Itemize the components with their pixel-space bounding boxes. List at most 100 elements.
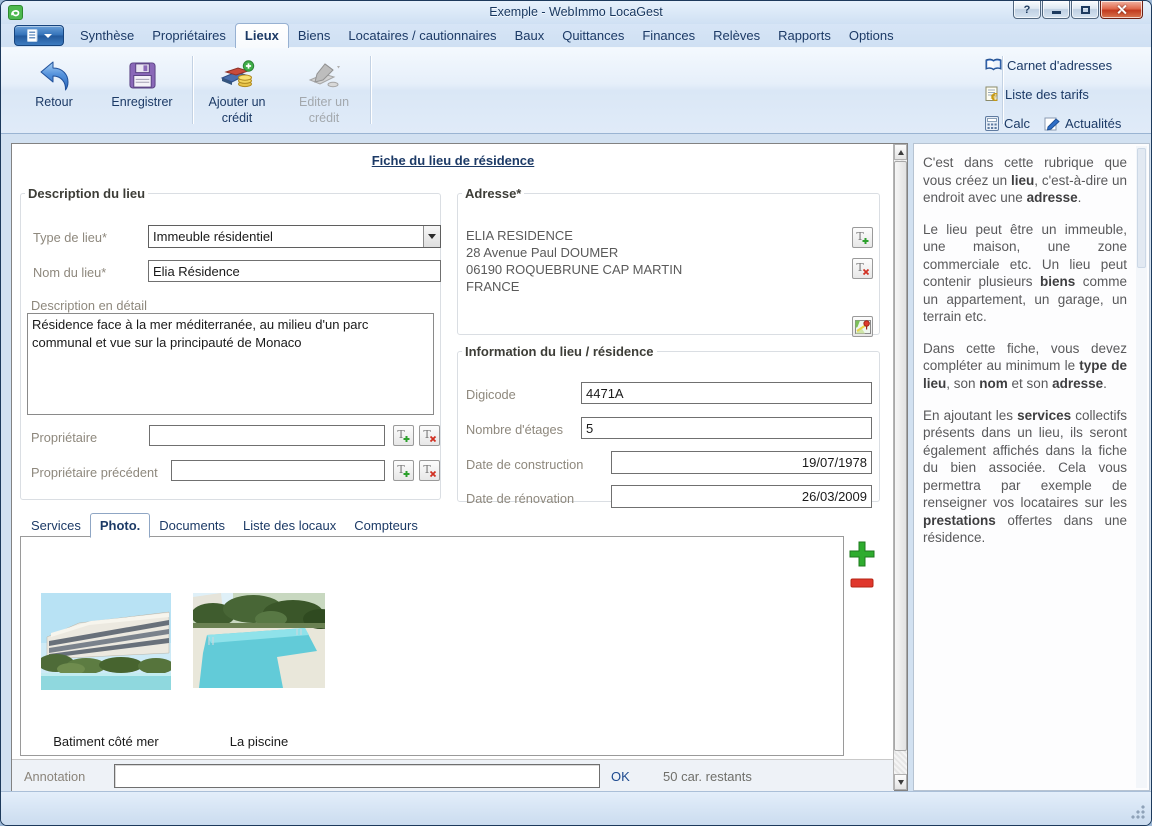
address-remove-button[interactable]: T	[852, 258, 873, 279]
ribbon-tab-options[interactable]: Options	[840, 24, 903, 47]
page-title: Fiche du lieu de résidence	[12, 153, 894, 168]
proprietaire-precedent-add-button[interactable]: T	[393, 460, 414, 481]
address-group-title: Adresse*	[462, 186, 524, 201]
ribbon-tab-quittances[interactable]: Quittances	[553, 24, 633, 47]
help-paragraph: Le lieu peut être un immeuble, une maiso…	[923, 221, 1127, 326]
address-block: ELIA RESIDENCE28 Avenue Paul DOUMER06190…	[466, 227, 682, 295]
proprietaire-add-button[interactable]: T	[393, 425, 414, 446]
photo-thumbnail-building[interactable]	[41, 593, 171, 695]
dropdown-arrow-icon[interactable]	[423, 226, 440, 247]
annotation-input[interactable]	[114, 764, 600, 788]
digicode-input[interactable]	[581, 382, 872, 404]
help-paragraph: En ajoutant les services collectifs prés…	[923, 407, 1127, 547]
ribbon-tab-locataires-cautionnaires[interactable]: Locataires / cautionnaires	[339, 24, 505, 47]
scroll-down-button[interactable]	[894, 774, 907, 790]
close-button[interactable]	[1100, 1, 1143, 19]
annotation-chars-remaining: 50 car. restants	[663, 769, 752, 784]
subtab-compteurs[interactable]: Compteurs	[345, 514, 427, 537]
date-renovation-input[interactable]	[611, 485, 872, 508]
actualites-button[interactable]: Actualités	[1044, 114, 1121, 132]
scroll-up-button[interactable]	[894, 144, 907, 160]
info-group: Information du lieu / résidence Digicode…	[457, 344, 880, 502]
address-line: 28 Avenue Paul DOUMER	[466, 244, 682, 261]
plus-icon	[848, 540, 876, 568]
nombre-etages-input[interactable]	[581, 417, 872, 439]
close-icon	[1116, 4, 1127, 15]
type-lieu-select[interactable]: Immeuble résidentiel	[148, 225, 441, 248]
resize-grip[interactable]	[1131, 805, 1145, 819]
ribbon-tab-lieux[interactable]: Lieux	[235, 23, 289, 48]
help-scrollbar[interactable]	[1136, 146, 1147, 788]
subtab-services[interactable]: Services	[22, 514, 90, 537]
help-icon: ?	[1024, 4, 1031, 16]
subtab-photo[interactable]: Photo.	[90, 513, 150, 538]
form-panel: Fiche du lieu de résidence Description d…	[11, 143, 908, 791]
type-lieu-value: Immeuble résidentiel	[149, 229, 423, 244]
editer-credit-button[interactable]: Editer un crédit	[287, 52, 361, 128]
proprietaire-precedent-label: Propriétaire précédent	[31, 465, 158, 480]
proprietaire-input[interactable]	[149, 425, 385, 446]
enregistrer-button[interactable]: Enregistrer	[101, 52, 183, 128]
ribbon-tab-propri-taires[interactable]: Propriétaires	[143, 24, 235, 47]
proprietaire-precedent-input[interactable]	[171, 460, 385, 481]
add-photo-button[interactable]	[848, 540, 876, 568]
description-group-title: Description du lieu	[25, 186, 148, 201]
remove-contact-icon: T	[422, 428, 437, 443]
sub-tabs: ServicesPhoto.DocumentsListe des locauxC…	[22, 510, 427, 537]
liste-tarifs-button[interactable]: € Liste des tarifs	[985, 85, 1135, 103]
date-construction-input[interactable]	[611, 451, 872, 474]
ribbon: Retour Enregistrer	[1, 47, 1151, 134]
ribbon-tab-rel-ves[interactable]: Relèves	[704, 24, 769, 47]
panel-scrollbar[interactable]	[893, 144, 907, 790]
ribbon-tab-synth-se[interactable]: Synthèse	[71, 24, 143, 47]
address-line: 06190 ROQUEBRUNE CAP MARTIN	[466, 261, 682, 278]
nom-lieu-label: Nom du lieu*	[33, 265, 106, 280]
help-paragraph: C'est dans cette rubrique que vous créez…	[923, 154, 1127, 207]
date-renovation-label: Date de rénovation	[466, 491, 574, 506]
scrollbar-thumb[interactable]	[894, 161, 907, 751]
edit-credit-icon	[306, 58, 342, 92]
add-contact-icon: T	[855, 230, 870, 245]
date-construction-label: Date de construction	[466, 457, 583, 472]
subtab-documents[interactable]: Documents	[150, 514, 234, 537]
help-button[interactable]: ?	[1013, 1, 1041, 19]
address-group: Adresse* ELIA RESIDENCE28 Avenue Paul DO…	[457, 186, 880, 335]
address-line: ELIA RESIDENCE	[466, 227, 682, 244]
nom-lieu-input[interactable]	[148, 260, 441, 282]
retour-button[interactable]: Retour	[19, 52, 89, 128]
maximize-button[interactable]	[1071, 1, 1099, 19]
description-detail-textarea[interactable]: Résidence face à la mer méditerranée, au…	[27, 313, 434, 415]
ribbon-right-group: Carnet d'adresses € Liste des tarifs	[985, 56, 1135, 132]
annotation-ok-button[interactable]: OK	[611, 769, 630, 784]
ribbon-tab-baux[interactable]: Baux	[506, 24, 554, 47]
ribbon-tab-rapports[interactable]: Rapports	[769, 24, 840, 47]
ribbon-tab-biens[interactable]: Biens	[289, 24, 340, 47]
nombre-etages-label: Nombre d'étages	[466, 422, 563, 437]
svg-text:T: T	[423, 428, 431, 441]
carnet-adresses-button[interactable]: Carnet d'adresses	[985, 56, 1135, 74]
minimize-icon	[1052, 11, 1061, 14]
remove-photo-button[interactable]	[850, 576, 874, 588]
arrow-down-icon	[898, 780, 904, 785]
address-map-button[interactable]	[852, 316, 873, 337]
app-menu-button[interactable]	[14, 25, 64, 46]
map-icon	[855, 319, 871, 335]
minimize-button[interactable]	[1042, 1, 1070, 19]
photo-tab-content: Batiment côté mer La piscine	[20, 536, 844, 756]
photo-thumbnail-pool[interactable]	[193, 593, 325, 693]
ajouter-credit-button[interactable]: Ajouter un crédit	[200, 52, 274, 128]
save-floppy-icon	[128, 58, 157, 92]
address-line: FRANCE	[466, 278, 682, 295]
help-scrollbar-thumb[interactable]	[1137, 148, 1146, 268]
subtab-liste-des-locaux[interactable]: Liste des locaux	[234, 514, 345, 537]
app-window: Exemple - WebImmo LocaGest ? SynthèsePro…	[0, 0, 1152, 826]
help-text: C'est dans cette rubrique que vous créez…	[923, 154, 1127, 561]
proprietaire-remove-button[interactable]: T	[419, 425, 440, 446]
maximize-icon	[1081, 6, 1090, 14]
proprietaire-precedent-remove-button[interactable]: T	[419, 460, 440, 481]
ribbon-tab-finances[interactable]: Finances	[633, 24, 704, 47]
minus-icon	[850, 577, 874, 589]
calc-button[interactable]: Calc	[985, 114, 1030, 132]
address-add-button[interactable]: T	[852, 227, 873, 248]
svg-text:T: T	[856, 261, 864, 274]
